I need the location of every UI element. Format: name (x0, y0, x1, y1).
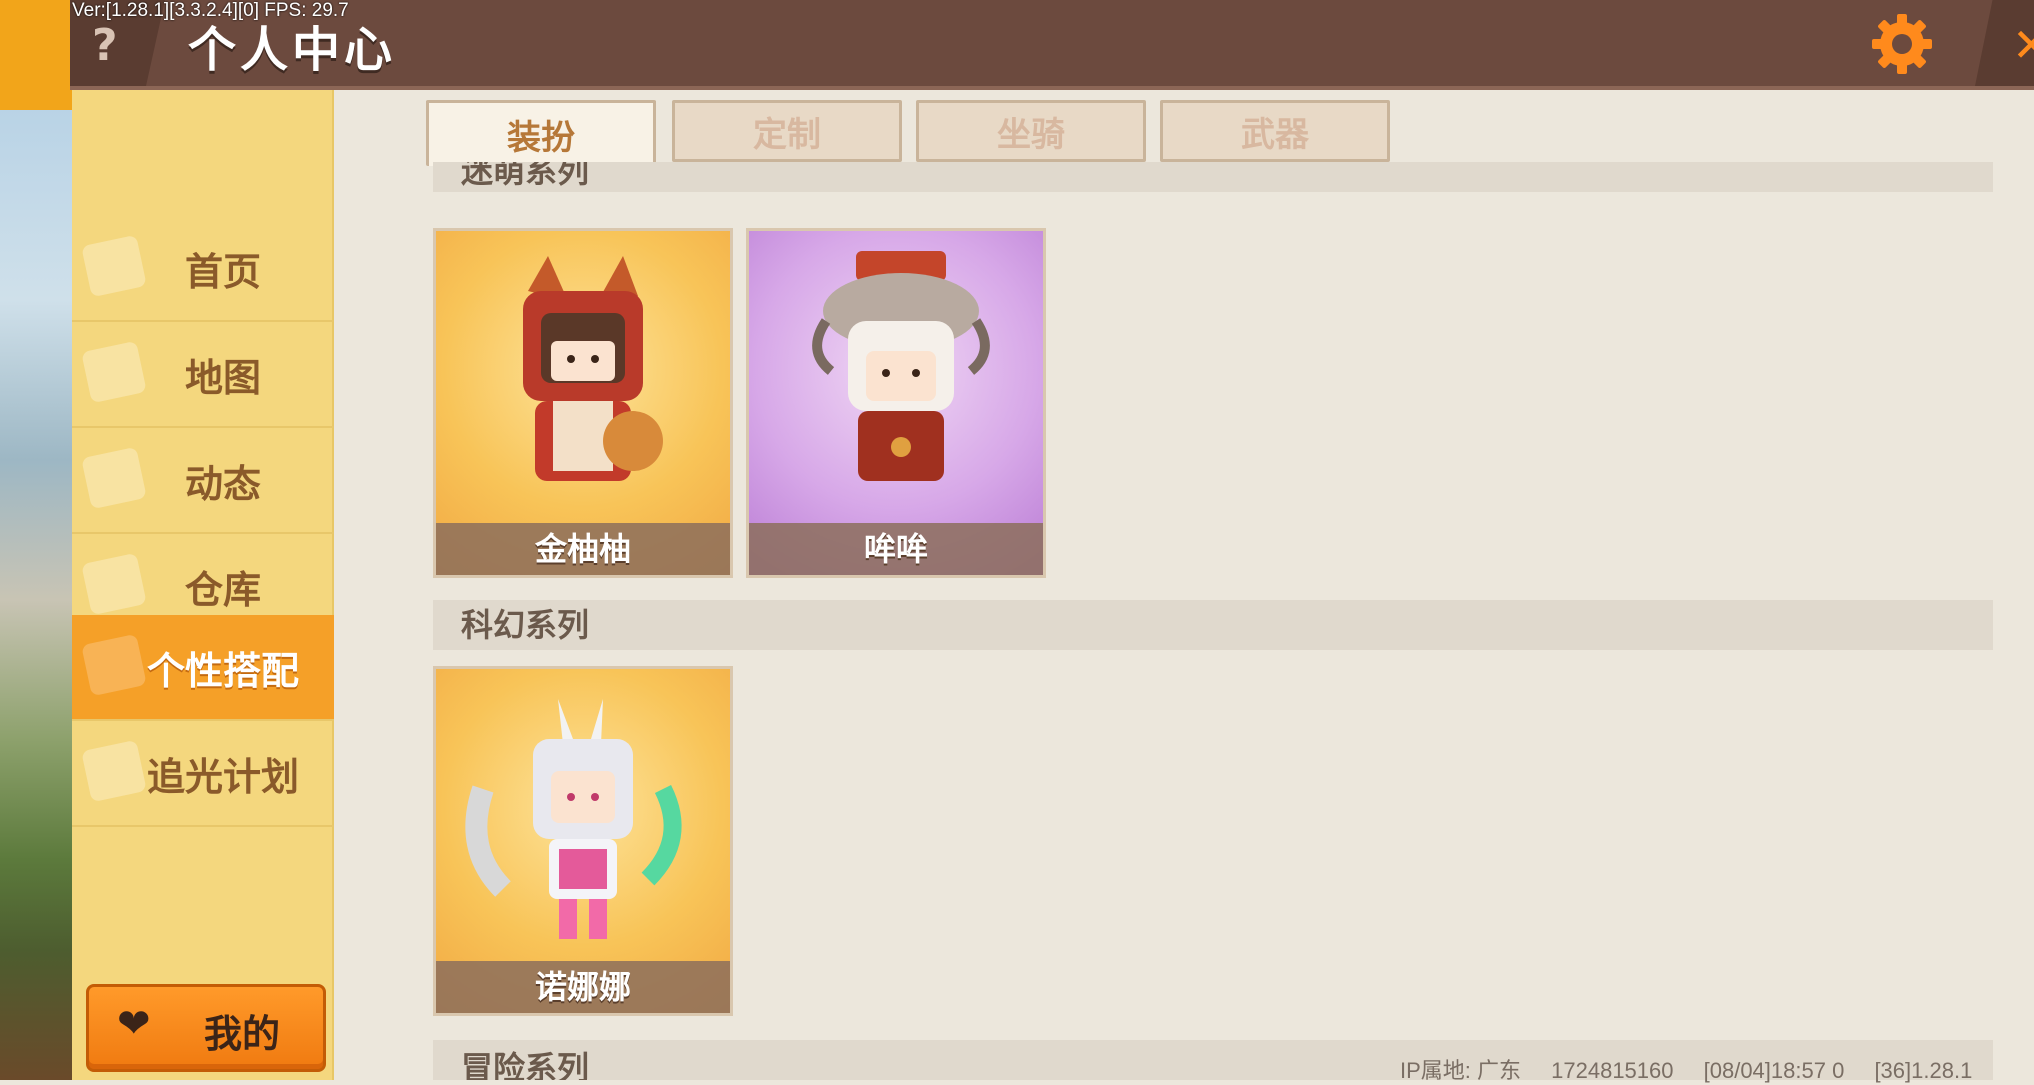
plan-icon (81, 739, 147, 803)
help-icon[interactable]: ? (92, 20, 118, 71)
character-figure-icon (465, 699, 682, 939)
outfit-card-name: 金柚柚 (436, 523, 730, 575)
sidebar-item-activity[interactable]: 动态 (72, 428, 334, 534)
outfit-card-name: 诺娜娜 (436, 961, 730, 1013)
background-scenery (0, 0, 72, 1080)
sidebar-item-label: 动态 (184, 461, 261, 506)
ip-location: IP属地: 广东 (1400, 1058, 1522, 1083)
home-icon (81, 234, 147, 298)
timestamp: [08/04]18:57 0 (1703, 1058, 1845, 1083)
sidebar-item-outfit[interactable]: 个性搭配 (72, 615, 334, 721)
tab-outfit[interactable]: 装扮 (426, 100, 656, 166)
content-area: 装扮 定制 坐骑 武器 迷萌系列 金柚柚 哞哞 科幻系列 诺娜娜 冒险系列 (334, 90, 2034, 1080)
sidebar-item-label: 个性搭配 (146, 648, 299, 693)
close-icon[interactable]: ✕ (2012, 18, 2034, 72)
section-header: 科幻系列 (433, 600, 1993, 650)
outfit-card[interactable]: 金柚柚 (433, 228, 733, 578)
tab-mount[interactable]: 坐骑 (916, 100, 1146, 162)
character-figure-icon (523, 256, 663, 481)
warehouse-icon (81, 552, 147, 616)
sidebar-item-label: 地图 (184, 355, 261, 400)
sidebar-item-light-chasing-plan[interactable]: 追光计划 (72, 721, 334, 827)
status-footer: IP属地: 广东 1724815160 [08/04]18:57 0 [36]1… (1400, 1053, 1996, 1085)
sidebar-item-label: 追光计划 (146, 754, 299, 799)
build-version: [36]1.28.1 (1874, 1058, 1973, 1083)
sidebar-item-label: 仓库 (184, 567, 261, 612)
sidebar-item-label: 首页 (184, 249, 261, 294)
heart-icon: ❤ (117, 1001, 151, 1047)
outfit-card[interactable]: 诺娜娜 (433, 666, 733, 1016)
tab-weapon[interactable]: 武器 (1160, 100, 1390, 162)
map-icon (81, 340, 147, 404)
outfit-card-name: 哞哞 (749, 523, 1043, 575)
settings-gear-icon[interactable] (1870, 12, 1934, 76)
mine-button-label: 我的 (204, 1012, 281, 1056)
bell-icon (81, 446, 147, 510)
outfit-icon (81, 633, 147, 697)
character-figure-icon (812, 251, 990, 481)
user-id: 1724815160 (1551, 1058, 1674, 1083)
outfit-card[interactable]: 哞哞 (746, 228, 1046, 578)
sidebar-item-home[interactable]: 首页 (72, 216, 334, 322)
debug-overlay: Ver:[1.28.1][3.3.2.4][0] FPS: 29.7 (72, 0, 349, 21)
mine-button[interactable]: ❤ 我的 (86, 984, 326, 1072)
section-header: 迷萌系列 (433, 162, 1993, 192)
tab-custom[interactable]: 定制 (672, 100, 902, 162)
sidebar-item-map[interactable]: 地图 (72, 322, 334, 428)
sidebar: 首页 地图 动态 仓库 个性搭配 追光计划 (72, 90, 334, 1080)
